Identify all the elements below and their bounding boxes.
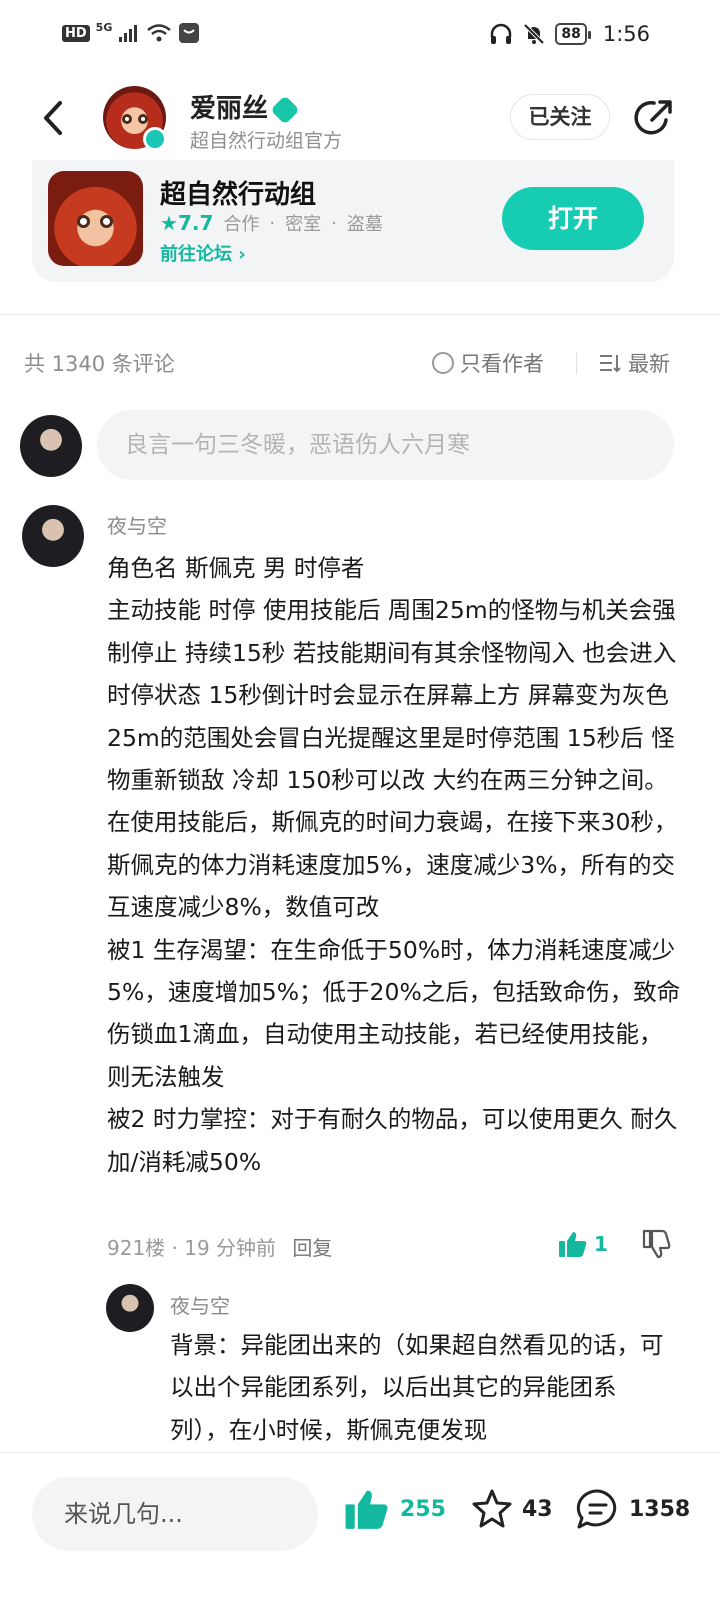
sort-icon <box>600 355 621 373</box>
sort-label[interactable]: 最新 <box>628 348 670 378</box>
verified-icon <box>143 127 167 151</box>
comments-button[interactable]: 1358 <box>575 1487 690 1531</box>
star-outline-icon <box>472 1489 512 1528</box>
commenter-name[interactable]: 夜与空 <box>107 510 167 539</box>
tag-separator: · <box>269 212 276 234</box>
comment-line: 被1 生存渴望：在生命低于50%时，体力消耗速度减少5%，速度增加5%；低于20… <box>107 935 681 1091</box>
reply-avatar[interactable] <box>106 1284 154 1332</box>
commenter-avatar[interactable] <box>22 505 84 567</box>
game-rating: ★7.7 <box>160 211 213 235</box>
reply-author-name[interactable]: 夜与空 <box>170 1290 230 1319</box>
star-icon: ★ <box>160 211 178 235</box>
hd-indicator: HD <box>62 24 90 42</box>
game-icon[interactable] <box>48 171 143 266</box>
battery-indicator: 88 <box>555 23 592 45</box>
comment-input[interactable]: 良言一句三冬暖，恶语伤人六月寒 <box>97 410 674 480</box>
forum-link[interactable]: 前往论坛 › <box>160 240 246 266</box>
comment-line: 主动技能 时停 使用技能后 周围25m的怪物与机关会强制停止 持续15秒 若技能… <box>107 596 678 922</box>
section-divider <box>0 314 720 315</box>
game-card[interactable]: 超自然行动组 ★7.7 合作 · 密室 · 盗墓 前往论坛 › 打开 <box>32 160 674 282</box>
thumbs-up-icon <box>345 1490 388 1529</box>
bottom-comment-input[interactable]: 来说几句... <box>32 1477 318 1551</box>
wifi-icon <box>147 24 172 42</box>
thumbs-up-icon <box>559 1232 587 1257</box>
network-type: 5G <box>95 20 113 34</box>
follow-button[interactable]: 已关注 <box>510 94 610 140</box>
reply-button[interactable]: 回复 <box>292 1236 332 1260</box>
comment-bubble-icon <box>576 1489 617 1529</box>
my-avatar <box>20 415 82 477</box>
comment-like-button[interactable]: 1 <box>558 1230 608 1258</box>
sort-toggle[interactable]: 最新 <box>598 348 670 378</box>
open-game-button[interactable]: 打开 <box>502 187 644 250</box>
game-icon-eye-right <box>100 215 113 228</box>
only-author-label[interactable]: 只看作者 <box>460 348 544 378</box>
post-header: 爱丽丝 超自然行动组官方 已关注 <box>0 80 720 164</box>
comment-line: 被2 时力掌控：对于有耐久的物品，可以使用更久 耐久加/消耗减50% <box>107 1105 678 1176</box>
avatar-eye-left <box>122 114 132 124</box>
headphones-icon <box>491 23 512 44</box>
game-tag: 盗墓 <box>346 214 383 235</box>
signal-icon <box>119 25 138 42</box>
comment-footer: 921楼 · 19 分钟前 回复 <box>107 1232 332 1261</box>
game-tag: 密室 <box>285 214 322 235</box>
game-icon-eye-left <box>77 215 90 228</box>
game-meta: ★7.7 合作 · 密室 · 盗墓 <box>160 210 383 236</box>
post-like-button[interactable]: 255 <box>344 1487 446 1531</box>
floor-time: 921楼 · 19 分钟前 <box>107 1236 277 1260</box>
clock: 1:56 <box>602 22 650 46</box>
status-bar: HD 5G 88 1:56 <box>0 0 720 70</box>
comment-line: 角色名 斯佩克 男 时停者 <box>107 554 365 582</box>
favorite-button[interactable]: 43 <box>470 1487 553 1531</box>
comment-total-count: 1358 <box>629 1496 691 1522</box>
bottom-action-bar: 来说几句... 255 43 1358 <box>0 1452 720 1600</box>
notification-app-icon <box>179 23 200 43</box>
comment-like-count: 1 <box>594 1232 608 1256</box>
author-subtitle: 超自然行动组官方 <box>190 130 343 152</box>
post-like-count: 255 <box>400 1496 446 1522</box>
toolbar-separator <box>576 352 577 374</box>
author-name-row[interactable]: 爱丽丝 <box>190 88 300 125</box>
thumbs-down-icon[interactable] <box>640 1228 672 1260</box>
favorite-count: 43 <box>522 1496 553 1522</box>
official-badge-icon <box>270 94 300 125</box>
avatar-eye-right <box>138 114 148 124</box>
author-name[interactable]: 爱丽丝 <box>190 94 268 124</box>
tag-separator: · <box>331 212 337 234</box>
game-tag: 合作 <box>223 214 260 235</box>
chevron-right-icon: › <box>238 244 246 265</box>
reply-body[interactable]: 背景：异能团出来的（如果超自然看见的话，可以出个异能团系列，以后出其它的异能团系… <box>170 1324 670 1449</box>
share-icon[interactable] <box>632 96 676 140</box>
mute-bell-icon <box>523 23 545 45</box>
comment-body[interactable]: 角色名 斯佩克 男 时停者 主动技能 时停 使用技能后 周围25m的怪物与机关会… <box>107 547 681 1183</box>
game-title[interactable]: 超自然行动组 <box>160 174 316 211</box>
radio-icon[interactable] <box>432 352 454 374</box>
comments-toolbar: 共 1340 条评论 只看作者 最新 <box>0 340 720 384</box>
back-arrow-icon[interactable] <box>38 98 68 138</box>
forum-link-label[interactable]: 前往论坛 <box>160 244 232 265</box>
rating-value: 7.7 <box>177 211 214 235</box>
only-author-toggle[interactable]: 只看作者 <box>432 348 544 378</box>
comment-count: 共 1340 条评论 <box>24 352 175 376</box>
